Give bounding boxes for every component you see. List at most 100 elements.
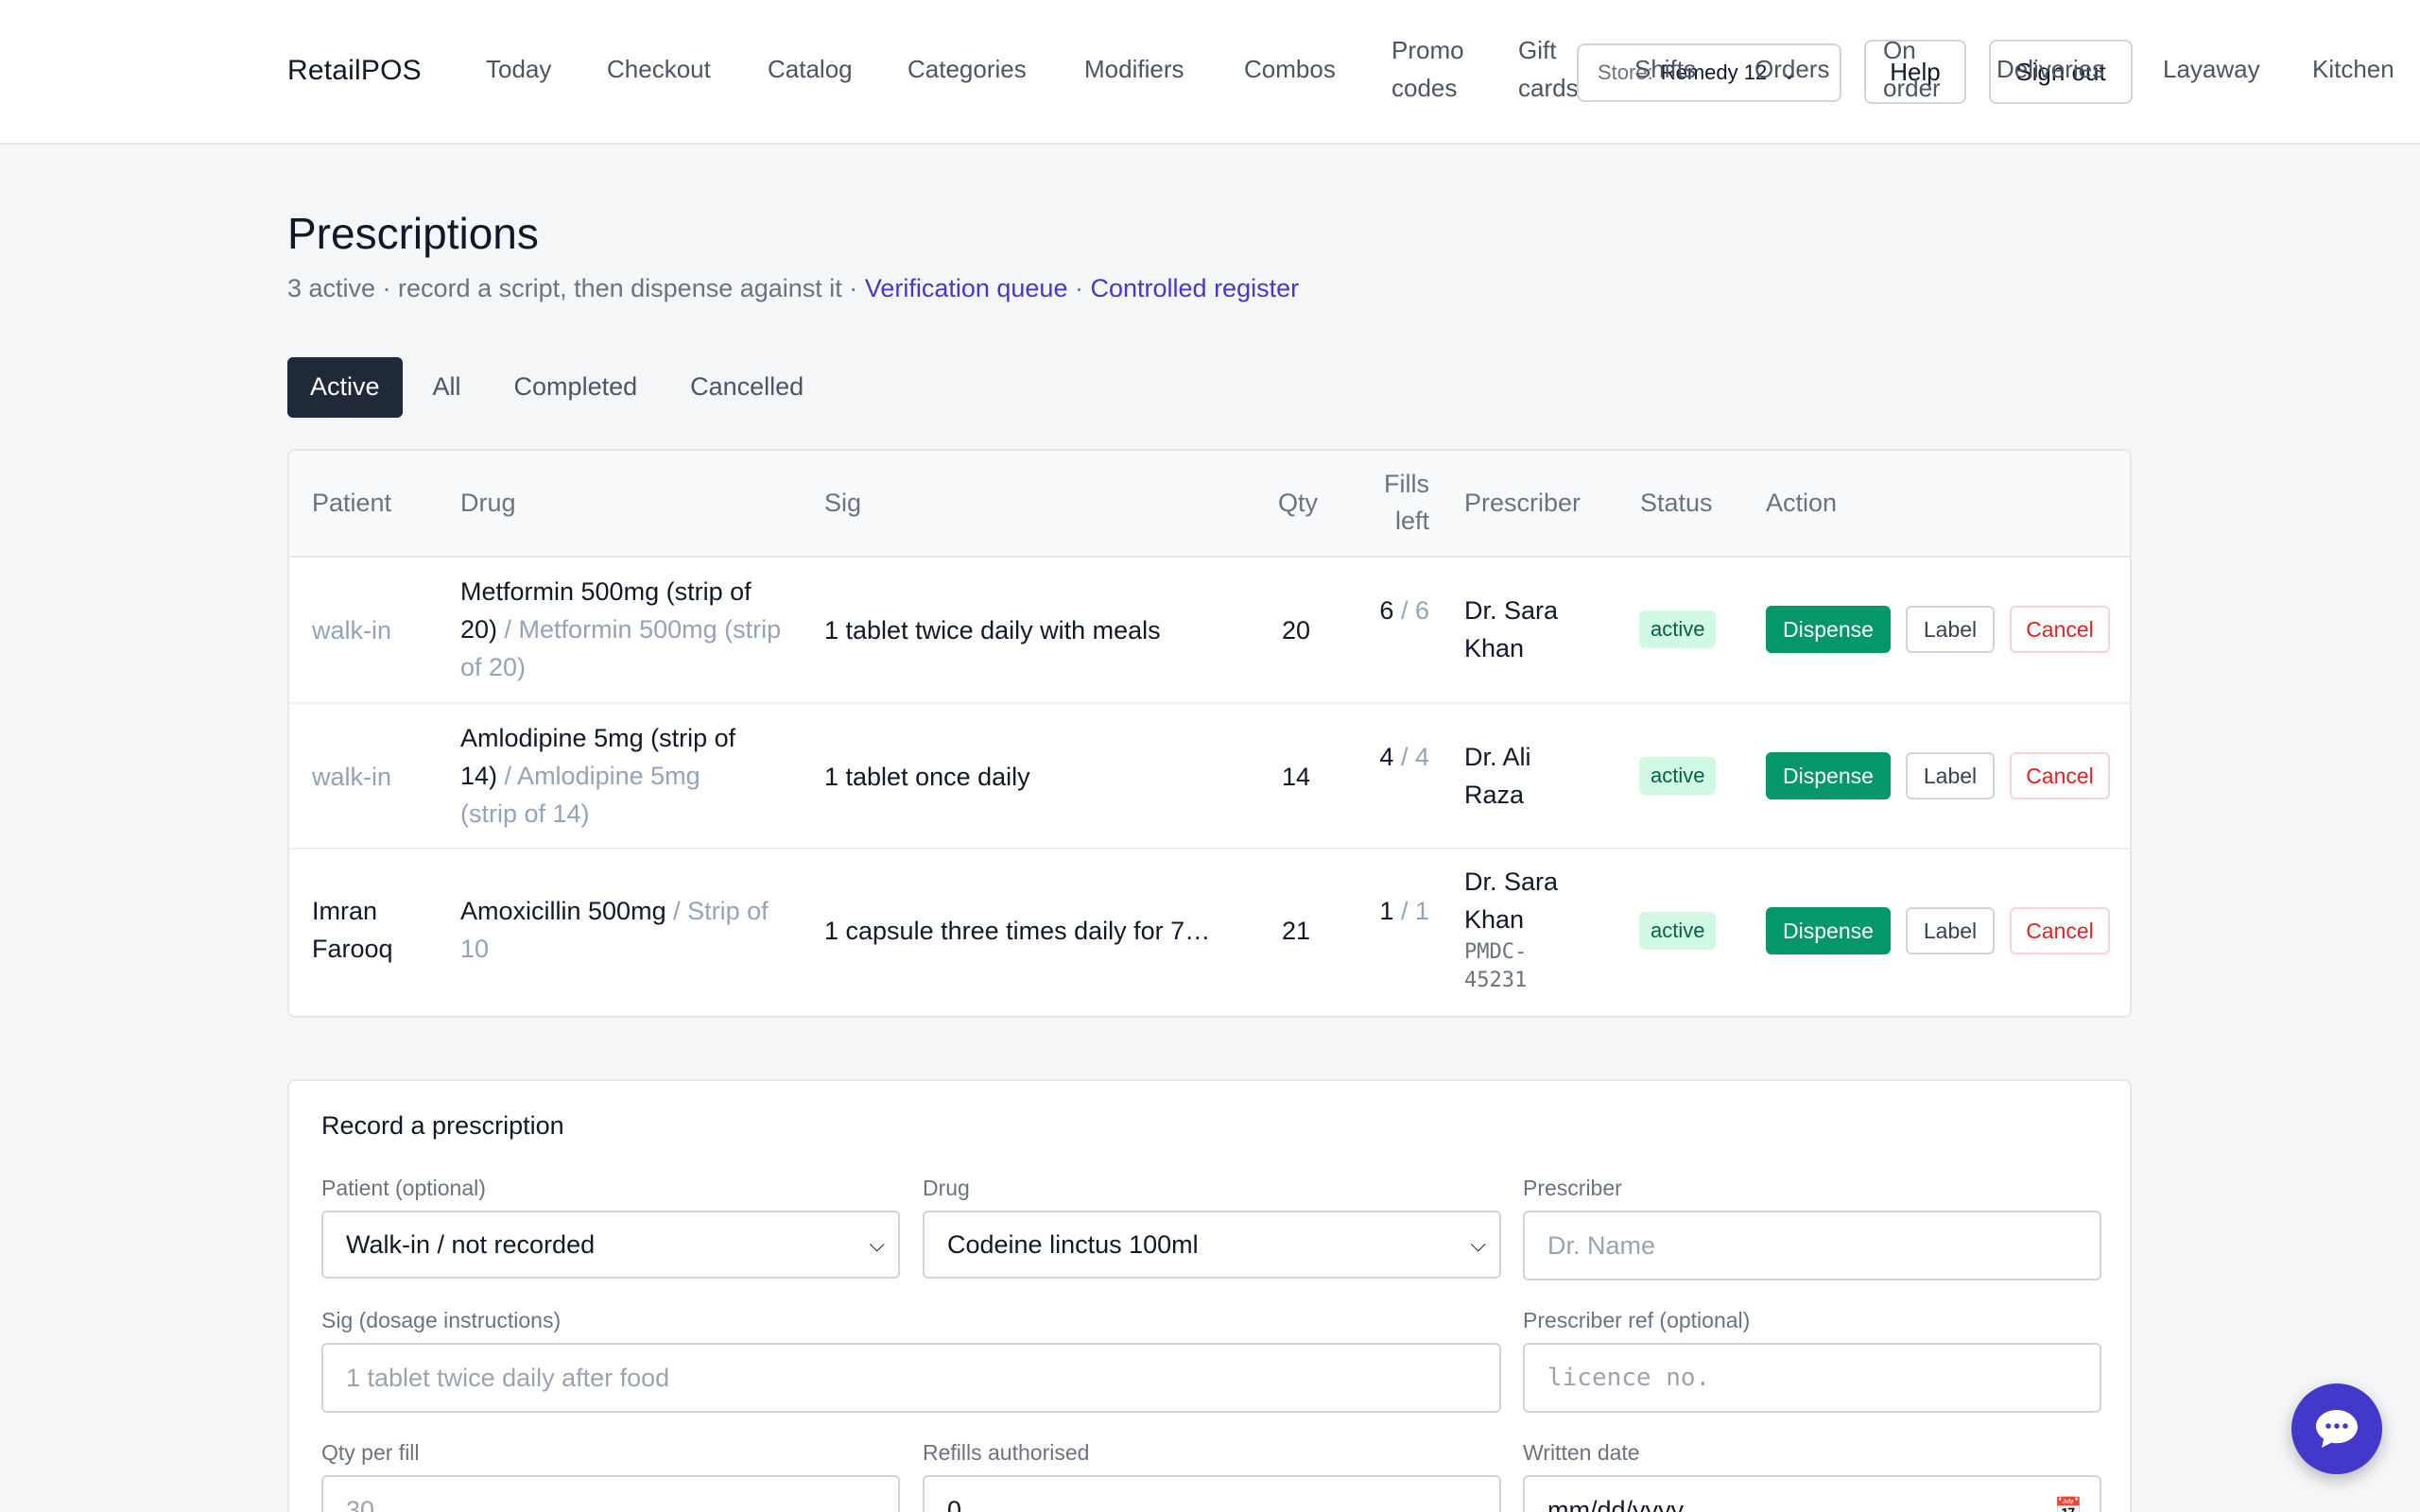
fills-left: 1	[1379, 897, 1394, 925]
record-prescription-form: Record a prescription Patient (optional)…	[287, 1079, 2132, 1512]
nav-today[interactable]: Today	[486, 50, 551, 88]
fills-left: 6	[1379, 596, 1394, 625]
nav-combos[interactable]: Combos	[1244, 50, 1336, 88]
nav-modifiers[interactable]: Modifiers	[1084, 50, 1184, 88]
qty-cell: 21	[1281, 917, 1310, 945]
qty-field-label: Qty per fill	[321, 1440, 420, 1465]
cancel-button[interactable]: Cancel	[2010, 752, 2110, 799]
calendar-icon[interactable]: 📅	[2054, 1477, 2083, 1512]
nav-on-order[interactable]: On order	[1883, 31, 1949, 107]
prescriber-field-label: Prescriber	[1523, 1176, 1622, 1200]
nav-deliveries[interactable]: Deliveries	[1996, 50, 2104, 88]
nav-checkout[interactable]: Checkout	[607, 50, 711, 88]
header-status: Status	[1640, 489, 1713, 517]
written-date-placeholder: mm/dd/yyyy	[1547, 1496, 1685, 1512]
label-button[interactable]: Label	[1906, 907, 1995, 954]
patient-select[interactable]: Walk-in / not recorded ⌵	[321, 1211, 900, 1279]
drug-pack: / Metformin 500mg (strip of 20)	[460, 615, 782, 681]
drug-select-value: Codeine linctus 100ml	[947, 1230, 1199, 1259]
drug-cell: Amlodipine 5mg (strip of 14) / Amlodipin…	[460, 719, 763, 833]
written-date-input[interactable]: mm/dd/yyyy 📅	[1523, 1475, 2101, 1512]
table-row: Imran Farooq Amoxicillin 500mg / Strip o…	[289, 850, 2130, 1016]
sig-cell: 1 tablet twice daily with meals	[824, 616, 1161, 644]
fills-total: / 1	[1400, 897, 1429, 925]
tab-completed[interactable]: Completed	[492, 357, 661, 418]
refills-input[interactable]: 0	[923, 1475, 1501, 1512]
label-button[interactable]: Label	[1906, 752, 1995, 799]
header-qty: Qty	[1278, 489, 1319, 517]
tab-active[interactable]: Active	[287, 357, 403, 418]
top-navigation-bar: RetailPOS Today Checkout Catalog Categor…	[0, 0, 2420, 145]
sig-input[interactable]: 1 tablet twice daily after food	[321, 1343, 1501, 1413]
dispense-button[interactable]: Dispense	[1766, 606, 1891, 653]
nav-layaway[interactable]: Layaway	[2163, 50, 2260, 88]
chevron-down-icon: ⌵	[869, 1232, 885, 1256]
prescriber-ref: PMDC-45231	[1464, 940, 1528, 992]
fills-total: / 6	[1400, 596, 1429, 625]
fills-cell: 6 / 6	[1363, 592, 1429, 629]
sig-cell: 1 capsule three times daily for 7…	[824, 917, 1211, 945]
patient-cell: walk-in	[312, 616, 392, 644]
brand-logo[interactable]: RetailPOS	[287, 55, 422, 87]
dispense-button[interactable]: Dispense	[1766, 907, 1891, 954]
subtitle-separator: ·	[1074, 274, 1083, 302]
nav-shifts[interactable]: Shifts	[1634, 50, 1696, 88]
form-title: Record a prescription	[321, 1111, 564, 1140]
table-row: walk-in Amlodipine 5mg (strip of 14) / A…	[289, 704, 2130, 850]
header-drug: Drug	[460, 489, 516, 517]
status-badge: active	[1639, 912, 1717, 950]
header-fills-left: Fills left	[1384, 470, 1429, 535]
drug-select[interactable]: Codeine linctus 100ml ⌵	[923, 1211, 1501, 1279]
patient-field-label: Patient (optional)	[321, 1176, 486, 1200]
nav-orders[interactable]: Orders	[1754, 50, 1829, 88]
chat-bubble-icon	[2316, 1410, 2358, 1448]
sig-field-label: Sig (dosage instructions)	[321, 1308, 562, 1332]
sig-cell: 1 tablet once daily	[824, 763, 1030, 791]
header-prescriber: Prescriber	[1464, 489, 1582, 517]
fills-cell: 4 / 4	[1363, 738, 1429, 776]
prescriptions-table: Patient Drug Sig Qty Fills left Prescrib…	[287, 449, 2132, 1018]
prescriber-cell: Dr. Ali Raza	[1464, 743, 1531, 809]
page-subtitle: 3 active · record a script, then dispens…	[287, 274, 1299, 303]
cancel-button[interactable]: Cancel	[2010, 606, 2110, 653]
qty-cell: 20	[1281, 616, 1310, 644]
qty-input[interactable]: 30	[321, 1475, 900, 1512]
prescriber-name: Dr. Sara Khan	[1464, 868, 1559, 934]
header-patient: Patient	[312, 489, 392, 517]
drug-cell: Metformin 500mg (strip of 20) / Metformi…	[460, 573, 782, 686]
page-title: Prescriptions	[287, 209, 539, 258]
drug-field-label: Drug	[923, 1176, 970, 1200]
refills-field-label: Refills authorised	[923, 1440, 1090, 1465]
chevron-down-icon: ⌵	[1470, 1232, 1486, 1256]
drug-cell: Amoxicillin 500mg / Strip of 10	[460, 892, 782, 968]
nav-promo-codes[interactable]: Promo codes	[1392, 31, 1477, 107]
prescriber-ref-input[interactable]: licence no.	[1523, 1343, 2101, 1413]
drug-name: Amoxicillin 500mg	[460, 897, 666, 925]
controlled-register-link[interactable]: Controlled register	[1091, 274, 1300, 302]
table-row: walk-in Metformin 500mg (strip of 20) / …	[289, 558, 2130, 704]
tab-cancelled[interactable]: Cancelled	[667, 357, 826, 418]
label-button[interactable]: Label	[1906, 606, 1995, 653]
prescriber-input[interactable]: Dr. Name	[1523, 1211, 2101, 1280]
verification-queue-link[interactable]: Verification queue	[865, 274, 1068, 302]
status-badge: active	[1639, 610, 1717, 648]
nav-catalog[interactable]: Catalog	[768, 50, 853, 88]
nav-categories[interactable]: Categories	[908, 50, 1027, 88]
fills-total: / 4	[1400, 743, 1429, 771]
subtitle-text: 3 active · record a script, then dispens…	[287, 274, 858, 302]
header-action: Action	[1766, 489, 1838, 517]
status-tabs: Active All Completed Cancelled	[287, 357, 826, 418]
prescriber-cell: Dr. Sara Khan	[1464, 596, 1559, 662]
table-header: Patient Drug Sig Qty Fills left Prescrib…	[289, 451, 2130, 558]
patient-cell: Imran Farooq	[312, 897, 393, 963]
status-badge: active	[1639, 757, 1717, 795]
nav-gift-cards[interactable]: Gift cards	[1518, 31, 1584, 107]
chat-support-button[interactable]	[2291, 1383, 2382, 1474]
fills-cell: 1 / 1	[1363, 892, 1429, 930]
dispense-button[interactable]: Dispense	[1766, 752, 1891, 799]
cancel-button[interactable]: Cancel	[2010, 907, 2110, 954]
header-sig: Sig	[824, 489, 862, 517]
written-date-field-label: Written date	[1523, 1440, 1640, 1465]
nav-kitchen[interactable]: Kitchen	[2312, 50, 2394, 88]
tab-all[interactable]: All	[410, 357, 484, 418]
